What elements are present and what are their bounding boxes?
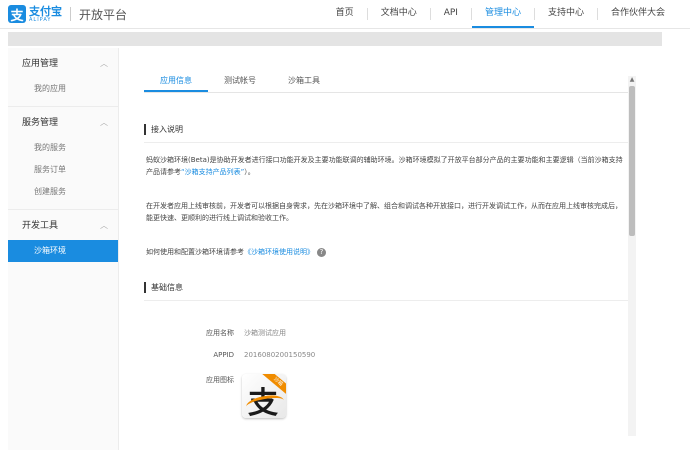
section-divider: [144, 142, 628, 143]
intro-text-1-end: ）。: [244, 168, 255, 176]
nav-support[interactable]: 支持中心: [535, 0, 597, 28]
sidebar-group-service-management: 服务管理 ︿ 我的服务 服务订单 创建服务: [8, 107, 118, 210]
sidebar-group-title: 服务管理: [22, 118, 59, 128]
sidebar-item-service-orders[interactable]: 服务订单: [8, 159, 118, 181]
header-band: [8, 32, 662, 46]
nav-partners[interactable]: 合作伙伴大会: [598, 0, 678, 28]
sidebar-group-header[interactable]: 开发工具 ︿: [8, 212, 118, 240]
sidebar-group-app-management: 应用管理 ︿ 我的应用: [8, 48, 118, 107]
nav-management[interactable]: 管理中心: [471, 0, 534, 28]
alipay-logo-icon: 支: [8, 5, 26, 24]
logo-en: ALIPAY: [29, 16, 52, 23]
section-title-basic: 基础信息: [144, 282, 183, 293]
section-divider: [144, 300, 628, 301]
platform-title: 开放平台: [79, 7, 128, 22]
app-icon-image: 支 沙箱: [242, 374, 286, 418]
tab-app-info[interactable]: 应用信息: [144, 74, 208, 92]
intro-text-3: 如何使用和配置沙箱环境请参考: [146, 248, 244, 256]
appid-value: 2016080200150590: [244, 351, 316, 359]
nav-home[interactable]: 首页: [323, 0, 367, 28]
sidebar-item-my-services[interactable]: 我的服务: [8, 137, 118, 159]
tab-test-account[interactable]: 测试帐号: [208, 74, 272, 92]
help-icon[interactable]: ?: [317, 247, 326, 257]
chevron-up-icon: ︿: [100, 221, 108, 230]
top-header: 支 支付宝 ALIPAY 开放平台 首页 文档中心 API 管理中心 支持中心 …: [0, 0, 690, 29]
alipay-logo[interactable]: 支 支付宝 ALIPAY 开放平台: [8, 5, 128, 24]
sandbox-products-link[interactable]: “沙箱支持产品列表”: [181, 168, 244, 176]
sidebar-group-header[interactable]: 应用管理 ︿: [8, 50, 118, 78]
app-name-value: 沙箱测试应用: [244, 329, 286, 337]
tab-bar: 应用信息 测试帐号 沙箱工具: [144, 74, 336, 92]
sidebar-item-my-apps[interactable]: 我的应用: [8, 78, 118, 100]
section-title-intro: 接入说明: [144, 124, 183, 135]
scrollbar-thumb[interactable]: [629, 86, 635, 236]
nav-docs[interactable]: 文档中心: [368, 0, 430, 28]
appid-label: APPID: [213, 351, 234, 359]
sidebar: 应用管理 ︿ 我的应用 服务管理 ︿ 我的服务 服务订单 创建服务 开发工具 ︿…: [8, 48, 119, 450]
sandbox-guide-link[interactable]: 《沙箱环境使用说明》: [244, 248, 314, 256]
tab-divider: [144, 92, 628, 93]
sidebar-item-sandbox[interactable]: 沙箱环境: [8, 240, 118, 262]
alipay-logo-text: 支付宝 ALIPAY: [29, 6, 62, 23]
logo-cn: 支付宝: [29, 4, 62, 18]
app-icon-label: 应用图标: [206, 376, 234, 384]
chevron-up-icon: ︿: [100, 59, 108, 68]
intro-paragraph-1: 蚂蚁沙箱环境(Beta)是协助开发者进行接口功能开发及主要功能联调的辅助环境。沙…: [146, 154, 624, 178]
tab-sandbox-tools[interactable]: 沙箱工具: [272, 74, 336, 92]
app-name-label: 应用名称: [206, 329, 234, 337]
sidebar-group-dev-tools: 开发工具 ︿ 沙箱环境: [8, 210, 118, 268]
scrollbar[interactable]: ▲: [628, 76, 636, 436]
chevron-up-icon: ︿: [100, 118, 108, 127]
intro-paragraph-3: 如何使用和配置沙箱环境请参考《沙箱环境使用说明》?: [146, 246, 624, 258]
intro-paragraph-2: 在开发者应用上线审核前，开发者可以根据自身需求，先在沙箱环境中了解、组合和调试各…: [146, 202, 622, 222]
sidebar-group-title: 应用管理: [22, 59, 59, 69]
nav-api[interactable]: API: [431, 0, 471, 28]
sidebar-item-create-service[interactable]: 创建服务: [8, 181, 118, 203]
scroll-up-icon[interactable]: ▲: [628, 76, 636, 84]
sidebar-group-title: 开发工具: [22, 221, 59, 231]
top-nav: 首页 文档中心 API 管理中心 支持中心 合作伙伴大会: [323, 0, 678, 28]
sidebar-group-header[interactable]: 服务管理 ︿: [8, 109, 118, 137]
logo-divider: [70, 7, 71, 21]
main-content: 应用信息 测试帐号 沙箱工具 接入说明 蚂蚁沙箱环境(Beta)是协助开发者进行…: [126, 48, 638, 450]
